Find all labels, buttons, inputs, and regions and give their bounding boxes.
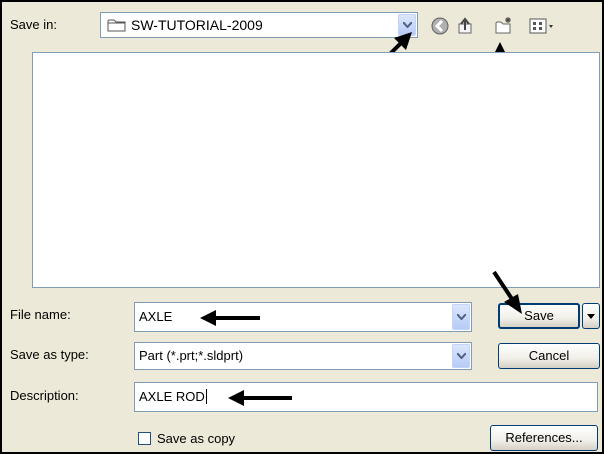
file-list-pane[interactable] [32,52,600,288]
save-as-type-dropdown-button[interactable] [452,344,470,368]
folder-icon [107,18,127,36]
references-button-label: References... [505,430,583,445]
file-name-input[interactable]: AXLE [134,302,472,332]
description-value: AXLE ROD​ [139,389,207,404]
annotation-arrow-description [228,390,292,406]
text-caret: ​ [205,389,207,404]
save-as-copy-label: Save as copy [157,431,236,446]
file-name-dropdown-button[interactable] [452,304,470,330]
description-input[interactable]: AXLE ROD​ [134,382,598,412]
chevron-down-icon [457,353,466,359]
save-as-copy-checkbox[interactable] [138,432,151,445]
cancel-button-label: Cancel [528,348,570,363]
save-options-button[interactable] [582,303,600,329]
annotation-arrow-save [492,270,522,314]
save-as-type-select[interactable]: Part (*.prt;*.sldprt) [134,342,472,370]
save-as-type-value: Part (*.prt;*.sldprt) [139,348,244,363]
cancel-button[interactable]: Cancel [498,343,600,369]
annotation-arrow-file-name [200,310,260,326]
back-icon[interactable] [430,16,450,36]
views-menu-icon[interactable] [528,16,562,36]
file-name-label: File name: [10,307,71,322]
new-folder-icon[interactable] [494,16,514,36]
up-folder-icon[interactable] [456,16,476,36]
references-button[interactable]: References... [490,425,598,451]
save-in-label: Save in: [10,17,57,32]
save-as-type-label: Save as type: [10,347,89,362]
chevron-down-icon [457,314,466,320]
save-in-folder-name: SW-TUTORIAL-2009 [131,17,263,33]
save-as-dialog: Save in: SW-TUTORIAL-2009 File name: AXL… [0,0,604,454]
chevron-down-icon [587,314,595,319]
description-label: Description: [10,388,79,403]
file-name-value: AXLE [139,309,173,324]
